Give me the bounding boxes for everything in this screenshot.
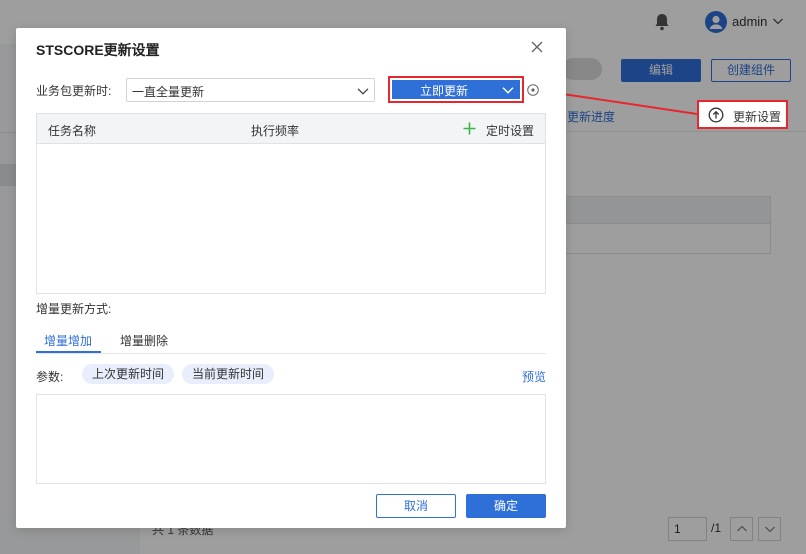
update-mode-label: 业务包更新时:: [36, 84, 112, 98]
chevron-down-icon[interactable]: [502, 84, 514, 96]
col-frequency: 执行频率: [251, 124, 300, 138]
cancel-button[interactable]: 取消: [376, 494, 456, 518]
tab-incremental-delete[interactable]: 增量删除: [120, 332, 168, 349]
active-tab-indicator: [36, 351, 101, 353]
incremental-tabs: 增量增加 增量删除: [36, 326, 546, 354]
chevron-down-icon: [357, 88, 369, 95]
task-table: 任务名称 执行频率 定时设置: [36, 113, 546, 294]
incremental-mode-label: 增量更新方式:: [36, 302, 112, 316]
update-mode-value: 一直全量更新: [132, 85, 205, 99]
sql-editor[interactable]: [36, 394, 546, 484]
update-now-label: 立即更新: [420, 84, 469, 98]
dialog-title: STSCORE更新设置: [36, 42, 160, 58]
param-chip-current-update-time[interactable]: 当前更新时间: [182, 364, 275, 384]
upload-circle-icon: [708, 107, 724, 123]
update-settings-button[interactable]: 更新设置: [697, 100, 788, 129]
update-settings-dialog: STSCORE更新设置 业务包更新时: 一直全量更新 立即更新 任务名称 执行频…: [16, 28, 566, 528]
update-now-button[interactable]: 立即更新: [392, 80, 520, 99]
schedule-settings-button[interactable]: 定时设置: [486, 122, 534, 139]
task-table-header: 任务名称 执行频率 定时设置: [37, 114, 545, 144]
param-chip-last-update-time[interactable]: 上次更新时间: [82, 364, 175, 384]
tab-incremental-add[interactable]: 增量增加: [44, 332, 92, 349]
plus-icon[interactable]: [463, 122, 476, 135]
confirm-button[interactable]: 确定: [466, 494, 546, 518]
update-now-highlight: 立即更新: [388, 76, 524, 103]
params-label: 参数:: [36, 370, 64, 384]
update-settings-label: 更新设置: [733, 110, 782, 124]
preview-link[interactable]: 预览: [522, 368, 546, 385]
col-task-name: 任务名称: [48, 124, 97, 138]
update-mode-select[interactable]: 一直全量更新: [126, 78, 375, 102]
close-icon[interactable]: [530, 40, 544, 54]
help-icon[interactable]: [527, 84, 539, 96]
